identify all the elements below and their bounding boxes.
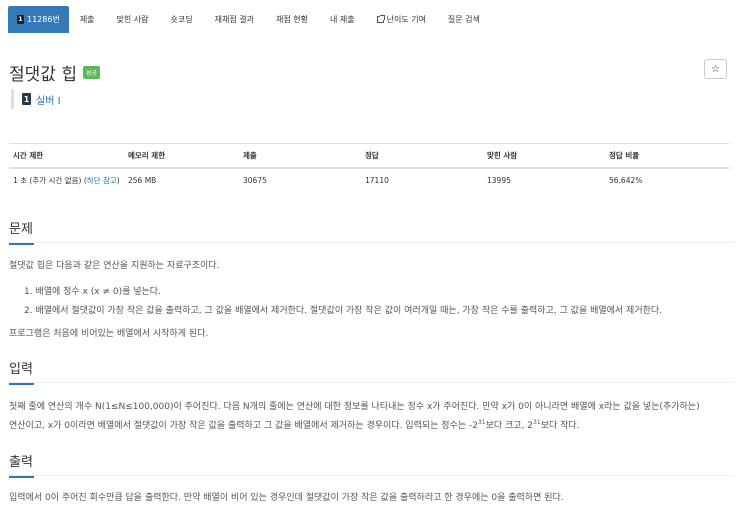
input-exponent-1: 31 [477,419,486,426]
table-header-row: 시간 제한 메모리 제한 제출 정답 맞힌 사람 정답 비율 [9,143,729,169]
problem-tabs: 1 11286번 제출 맞힌 사람 숏코딩 재채점 결과 채점 현황 내 제출 … [8,6,491,33]
header-memory-limit: 메모리 제한 [124,143,239,169]
input-line-1: 첫째 줄에 연산의 개수 N(1≤N≤100,000)이 주어진다. 다음 N개… [9,402,700,412]
tab-my-submissions[interactable]: 내 제출 [319,6,366,33]
problem-operation-list: 1. 배열에 정수 x (x ≠ 0)를 넣는다. 2. 배열에서 절댓값이 가… [24,283,662,321]
problem-outro: 프로그램은 처음에 비어있는 배열에서 시작하게 된다. [9,329,209,339]
tab-my-submissions-label: 내 제출 [329,15,355,24]
input-description: 첫째 줄에 연산의 개수 N(1≤N≤100,000)이 주어진다. 다음 N개… [9,398,729,436]
tab-short-coding[interactable]: 숏코딩 [160,6,204,33]
cell-ratio: 56.642% [605,167,729,204]
star-button[interactable]: ☆ [704,59,727,79]
tab-status-label: 채점 현황 [275,15,308,24]
tab-problem[interactable]: 1 11286번 [8,6,69,33]
header-submissions: 제출 [239,143,361,169]
tab-status[interactable]: 채점 현황 [265,6,319,33]
divider [9,382,734,383]
header-correct: 정답 [361,143,483,169]
tier-icon: 1 [22,93,31,105]
cell-memory: 256 MB [124,167,239,204]
tab-questions[interactable]: 질문 검색 [437,6,491,33]
tab-rejudge-label: 재채점 결과 [214,15,254,24]
input-line-2b: 보다 크고, 2 [485,421,534,431]
input-exponent-2: 31 [533,419,541,426]
tab-rejudge[interactable]: 재채점 결과 [204,6,265,33]
header-solvers: 맞힌 사람 [483,143,605,169]
tab-submit-label: 제출 [79,15,95,24]
tab-questions-label: 질문 검색 [447,15,480,24]
tab-problem-label: 11286번 [27,15,60,24]
tab-short-coding-label: 숏코딩 [170,15,193,24]
input-line-2a: 연산이고, x가 0이라면 배열에서 절댓값이 가장 작은 값을 출력하고 그 … [9,421,478,431]
external-link-icon [376,15,385,23]
time-limit-text: 1 초 (추가 시간 없음) ( [13,176,87,185]
header-ratio: 정답 비율 [605,143,729,169]
tab-solvers-label: 맞힌 사람 [116,15,149,24]
cell-submissions: 30675 [239,167,361,204]
page-title: 절댓값 힙 [9,65,77,85]
tab-solvers[interactable]: 맞힌 사람 [106,6,160,33]
status-badge: 성공 [82,66,101,79]
time-limit-link[interactable]: 하단 참고 [87,176,117,185]
output-description: 입력에서 0이 주어진 회수만큼 답을 출력한다. 만약 배열이 비어 있는 경… [9,493,564,503]
tier-row: 1 실버 I [11,89,61,109]
problem-section-title: 문제 [9,218,34,245]
cell-solvers: 13995 [483,167,605,204]
input-section-title: 입력 [9,358,34,385]
tab-difficulty-label: 난이도 기여 [386,15,426,24]
time-limit-close: ) [116,176,120,185]
input-line-2: 연산이고, x가 0이라면 배열에서 절댓값이 가장 작은 값을 출력하고 그 … [9,417,729,436]
tab-submit[interactable]: 제출 [69,6,106,33]
tier-label[interactable]: 실버 I [36,92,61,107]
cell-correct: 17110 [361,167,483,204]
title-row: 절댓값 힙 성공 [9,60,101,85]
divider [9,242,734,243]
divider [9,475,734,476]
table-row: 1 초 (추가 시간 없음) (하단 참고) 256 MB 30675 1711… [9,167,729,204]
input-line-2c: 보다 작다. [540,421,580,431]
list-item: 2. 배열에서 절댓값이 가장 작은 값을 출력하고, 그 값을 배열에서 제거… [24,306,663,316]
list-item: 1. 배열에 정수 x (x ≠ 0)를 넣는다. [24,287,161,297]
header-time-limit: 시간 제한 [9,143,124,169]
output-section-title: 출력 [9,451,34,478]
problem-info-table: 시간 제한 메모리 제한 제출 정답 맞힌 사람 정답 비율 1 초 (추가 시… [9,143,729,204]
cell-time-limit: 1 초 (추가 시간 없음) (하단 참고) [9,167,124,204]
problem-intro: 절댓값 힙은 다음과 같은 연산을 지원하는 자료구조이다. [9,261,220,271]
tier-badge-icon: 1 [17,15,24,24]
tab-difficulty[interactable]: 난이도 기여 [366,6,437,33]
